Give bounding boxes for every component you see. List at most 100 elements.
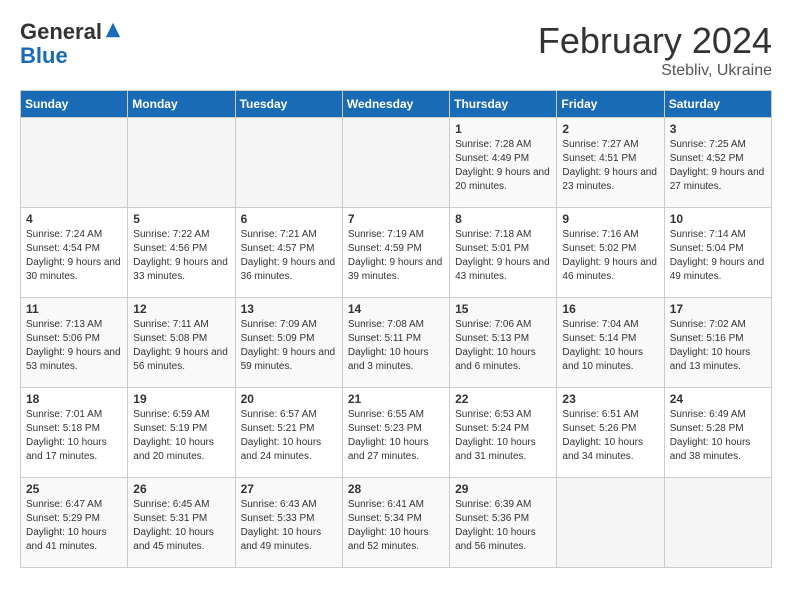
calendar-cell-w4-d3: 21 Sunrise: 6:55 AMSunset: 5:23 PMDayligh…: [342, 388, 449, 478]
day-number: 14: [348, 302, 444, 316]
day-number: 11: [26, 302, 122, 316]
calendar-cell-w1-d1: [128, 118, 235, 208]
day-info: Sunrise: 7:22 AMSunset: 4:56 PMDaylight:…: [133, 228, 229, 284]
day-info: Sunrise: 6:47 AMSunset: 5:29 PMDaylight:…: [26, 498, 122, 554]
day-number: 9: [562, 212, 658, 226]
month-title: February 2024: [538, 20, 772, 62]
day-number: 21: [348, 392, 444, 406]
day-info: Sunrise: 7:01 AMSunset: 5:18 PMDaylight:…: [26, 408, 122, 464]
day-number: 10: [670, 212, 766, 226]
day-info: Sunrise: 6:53 AMSunset: 5:24 PMDaylight:…: [455, 408, 551, 464]
calendar-cell-w2-d6: 10 Sunrise: 7:14 AMSunset: 5:04 PMDayligh…: [664, 208, 771, 298]
day-number: 24: [670, 392, 766, 406]
calendar-cell-w3-d1: 12 Sunrise: 7:11 AMSunset: 5:08 PMDayligh…: [128, 298, 235, 388]
day-number: 20: [241, 392, 337, 406]
calendar-cell-w2-d1: 5Sunrise: 7:22 AMSunset: 4:56 PMDaylight…: [128, 208, 235, 298]
calendar-cell-w4-d1: 19Sunrise: 6:59 AMSunset: 5:19 PMDayligh…: [128, 388, 235, 478]
week-row-5: 25 Sunrise: 6:47 AMSunset: 5:29 PMDayligh…: [21, 478, 772, 568]
weekday-header-saturday: Saturday: [664, 91, 771, 118]
calendar-cell-w5-d0: 25 Sunrise: 6:47 AMSunset: 5:29 PMDayligh…: [21, 478, 128, 568]
calendar-cell-w2-d5: 9 Sunrise: 7:16 AMSunset: 5:02 PMDaylight…: [557, 208, 664, 298]
calendar-table: SundayMondayTuesdayWednesdayThursdayFrid…: [20, 90, 772, 568]
logo: General Blue: [20, 20, 122, 68]
calendar-cell-w2-d3: 7Sunrise: 7:19 AMSunset: 4:59 PMDaylight…: [342, 208, 449, 298]
weekday-header-monday: Monday: [128, 91, 235, 118]
day-info: Sunrise: 7:04 AMSunset: 5:14 PMDaylight:…: [562, 318, 658, 374]
day-number: 6: [241, 212, 337, 226]
day-number: 16: [562, 302, 658, 316]
day-number: 15: [455, 302, 551, 316]
day-info: Sunrise: 6:55 AMSunset: 5:23 PMDaylight:…: [348, 408, 444, 464]
day-number: 13: [241, 302, 337, 316]
calendar-cell-w3-d3: 14 Sunrise: 7:08 AMSunset: 5:11 PMDayligh…: [342, 298, 449, 388]
day-number: 25: [26, 482, 122, 496]
weekday-header-thursday: Thursday: [450, 91, 557, 118]
day-info: Sunrise: 7:11 AMSunset: 5:08 PMDaylight:…: [133, 318, 229, 374]
day-info: Sunrise: 7:02 AMSunset: 5:16 PMDaylight:…: [670, 318, 766, 374]
calendar-cell-w5-d6: [664, 478, 771, 568]
day-number: 2: [562, 122, 658, 136]
day-info: Sunrise: 6:59 AMSunset: 5:19 PMDaylight:…: [133, 408, 229, 464]
week-row-3: 11 Sunrise: 7:13 AMSunset: 5:06 PMDayligh…: [21, 298, 772, 388]
week-row-2: 4Sunrise: 7:24 AMSunset: 4:54 PMDaylight…: [21, 208, 772, 298]
weekday-header-tuesday: Tuesday: [235, 91, 342, 118]
calendar-cell-w3-d0: 11 Sunrise: 7:13 AMSunset: 5:06 PMDayligh…: [21, 298, 128, 388]
day-number: 23: [562, 392, 658, 406]
day-number: 3: [670, 122, 766, 136]
day-number: 18: [26, 392, 122, 406]
weekday-header-friday: Friday: [557, 91, 664, 118]
calendar-cell-w4-d5: 23 Sunrise: 6:51 AMSunset: 5:26 PMDayligh…: [557, 388, 664, 478]
calendar-cell-w1-d3: [342, 118, 449, 208]
day-info: Sunrise: 7:27 AMSunset: 4:51 PMDaylight:…: [562, 138, 658, 194]
day-info: Sunrise: 7:28 AMSunset: 4:49 PMDaylight:…: [455, 138, 551, 194]
calendar-cell-w5-d2: 27 Sunrise: 6:43 AMSunset: 5:33 PMDayligh…: [235, 478, 342, 568]
title-block: February 2024 Stebliv, Ukraine: [538, 20, 772, 80]
weekday-header-sunday: Sunday: [21, 91, 128, 118]
day-number: 1: [455, 122, 551, 136]
calendar-cell-w3-d2: 13 Sunrise: 7:09 AMSunset: 5:09 PMDayligh…: [235, 298, 342, 388]
day-number: 12: [133, 302, 229, 316]
calendar-cell-w1-d6: 3 Sunrise: 7:25 AMSunset: 4:52 PMDaylight…: [664, 118, 771, 208]
logo-text: General Blue: [20, 20, 122, 68]
day-info: Sunrise: 7:14 AMSunset: 5:04 PMDaylight:…: [670, 228, 766, 284]
day-info: Sunrise: 6:39 AMSunset: 5:36 PMDaylight:…: [455, 498, 551, 554]
day-number: 7: [348, 212, 444, 226]
weekday-header-wednesday: Wednesday: [342, 91, 449, 118]
day-info: Sunrise: 7:16 AMSunset: 5:02 PMDaylight:…: [562, 228, 658, 284]
calendar-cell-w5-d3: 28 Sunrise: 6:41 AMSunset: 5:34 PMDayligh…: [342, 478, 449, 568]
day-info: Sunrise: 7:21 AMSunset: 4:57 PMDaylight:…: [241, 228, 337, 284]
day-info: Sunrise: 7:08 AMSunset: 5:11 PMDaylight:…: [348, 318, 444, 374]
calendar-cell-w5-d5: [557, 478, 664, 568]
calendar-cell-w3-d6: 17 Sunrise: 7:02 AMSunset: 5:16 PMDayligh…: [664, 298, 771, 388]
calendar-cell-w4-d2: 20Sunrise: 6:57 AMSunset: 5:21 PMDayligh…: [235, 388, 342, 478]
day-info: Sunrise: 6:41 AMSunset: 5:34 PMDaylight:…: [348, 498, 444, 554]
calendar-cell-w4-d6: 24Sunrise: 6:49 AMSunset: 5:28 PMDayligh…: [664, 388, 771, 478]
weekday-header-row: SundayMondayTuesdayWednesdayThursdayFrid…: [21, 91, 772, 118]
calendar-cell-w1-d0: [21, 118, 128, 208]
location-subtitle: Stebliv, Ukraine: [538, 62, 772, 80]
calendar-cell-w2-d0: 4Sunrise: 7:24 AMSunset: 4:54 PMDaylight…: [21, 208, 128, 298]
day-info: Sunrise: 6:45 AMSunset: 5:31 PMDaylight:…: [133, 498, 229, 554]
week-row-4: 18 Sunrise: 7:01 AMSunset: 5:18 PMDayligh…: [21, 388, 772, 478]
day-number: 26: [133, 482, 229, 496]
day-number: 28: [348, 482, 444, 496]
day-info: Sunrise: 7:09 AMSunset: 5:09 PMDaylight:…: [241, 318, 337, 374]
day-info: Sunrise: 6:51 AMSunset: 5:26 PMDaylight:…: [562, 408, 658, 464]
day-number: 17: [670, 302, 766, 316]
day-info: Sunrise: 7:13 AMSunset: 5:06 PMDaylight:…: [26, 318, 122, 374]
calendar-cell-w2-d4: 8Sunrise: 7:18 AMSunset: 5:01 PMDaylight…: [450, 208, 557, 298]
logo-general: General: [20, 19, 102, 44]
day-info: Sunrise: 7:24 AMSunset: 4:54 PMDaylight:…: [26, 228, 122, 284]
calendar-cell-w2-d2: 6 Sunrise: 7:21 AMSunset: 4:57 PMDaylight…: [235, 208, 342, 298]
day-number: 27: [241, 482, 337, 496]
day-info: Sunrise: 7:25 AMSunset: 4:52 PMDaylight:…: [670, 138, 766, 194]
page-header: General Blue February 2024 Stebliv, Ukra…: [20, 20, 772, 80]
calendar-cell-w4-d4: 22 Sunrise: 6:53 AMSunset: 5:24 PMDayligh…: [450, 388, 557, 478]
logo-icon: [104, 21, 122, 39]
day-number: 22: [455, 392, 551, 406]
calendar-cell-w1-d5: 2 Sunrise: 7:27 AMSunset: 4:51 PMDaylight…: [557, 118, 664, 208]
calendar-cell-w5-d4: 29Sunrise: 6:39 AMSunset: 5:36 PMDayligh…: [450, 478, 557, 568]
day-info: Sunrise: 7:06 AMSunset: 5:13 PMDaylight:…: [455, 318, 551, 374]
calendar-cell-w5-d1: 26 Sunrise: 6:45 AMSunset: 5:31 PMDayligh…: [128, 478, 235, 568]
day-info: Sunrise: 6:43 AMSunset: 5:33 PMDaylight:…: [241, 498, 337, 554]
